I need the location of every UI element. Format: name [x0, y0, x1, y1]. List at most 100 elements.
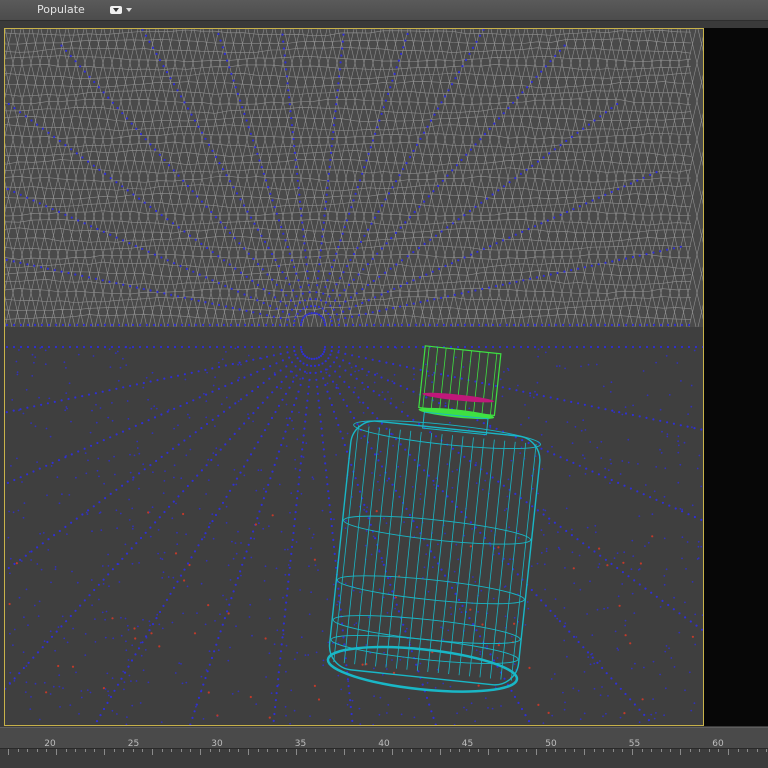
vertex-dot — [356, 246, 359, 249]
vertex-dot — [308, 565, 310, 568]
vertex-dot — [563, 625, 565, 628]
vertex-dot — [177, 226, 180, 229]
populate-dropdown[interactable] — [108, 3, 134, 17]
vertex-dot — [489, 653, 492, 656]
vertex-dot — [425, 553, 428, 556]
populate-menu[interactable]: Populate — [37, 2, 85, 18]
vertex-dot — [540, 529, 543, 531]
vertex-dot — [312, 533, 315, 536]
vertex-dot — [371, 139, 374, 142]
timeline-tick-mark — [56, 749, 57, 755]
vertex-dot — [296, 357, 299, 360]
vertex-dot — [75, 345, 79, 349]
vertex-dot — [245, 309, 248, 312]
vertex-dot — [389, 576, 392, 579]
vertex-dot — [282, 633, 285, 636]
vertex-dot — [467, 290, 470, 293]
vertex-dot — [245, 360, 248, 363]
vertex-dot — [564, 367, 566, 370]
scene-viewport[interactable] — [4, 28, 704, 726]
vertex-dot — [128, 674, 131, 677]
accent-point — [133, 627, 136, 630]
vertex-dot — [170, 293, 173, 296]
vertex-dot — [443, 95, 447, 98]
vertex-dot — [217, 282, 220, 285]
vertex-dot — [550, 678, 553, 680]
vertex-dot — [38, 467, 41, 470]
vertex-dot — [358, 490, 362, 493]
vertex-dot — [367, 152, 370, 155]
vertex-dot — [292, 323, 296, 327]
chevron-down-icon[interactable] — [126, 8, 132, 12]
vertex-dot — [299, 323, 303, 327]
vertex-dot — [630, 667, 633, 670]
vertex-dot — [34, 356, 37, 358]
vertex-dot — [606, 607, 609, 609]
vertex-dot — [301, 448, 304, 451]
timeline-tick-mark — [171, 749, 173, 752]
vertex-dot — [408, 697, 410, 700]
vertex-dot — [162, 571, 165, 574]
vertex-dot — [312, 478, 315, 480]
vertex-dot — [531, 487, 534, 490]
vertex-dot — [64, 144, 67, 147]
vertex-dot — [463, 256, 466, 259]
accent-point — [624, 634, 627, 637]
vertex-dot — [624, 406, 627, 408]
vertex-dot — [356, 483, 359, 486]
vertex-dot — [536, 160, 540, 163]
vertex-dot — [141, 422, 144, 425]
vertex-dot — [395, 347, 398, 349]
vertex-dot — [96, 469, 99, 472]
vertex-dot — [330, 144, 333, 148]
vertex-dot — [667, 603, 670, 607]
vertex-dot — [230, 287, 233, 290]
vertex-dot — [288, 386, 291, 389]
vertex-dot — [308, 312, 311, 315]
vertex-dot — [290, 124, 294, 127]
vertex-dot — [169, 592, 172, 595]
vertex-dot — [336, 89, 339, 92]
vertex-dot — [318, 263, 321, 266]
vertex-dot — [591, 656, 594, 659]
vertex-dot — [43, 681, 46, 684]
vertex-dot — [196, 195, 199, 198]
vertex-dot — [32, 199, 35, 202]
vertex-dot — [185, 454, 188, 457]
vertex-dot — [290, 308, 294, 311]
vertex-dot — [399, 384, 402, 388]
vertex-dot — [337, 423, 340, 427]
vertex-dot — [247, 354, 250, 357]
vertex-dot — [155, 52, 158, 55]
vertex-dot — [68, 345, 72, 349]
vertex-dot — [147, 419, 150, 422]
timeline-track[interactable] — [0, 748, 768, 768]
vertex-dot — [330, 319, 333, 323]
vertex-dot — [446, 295, 450, 298]
vertex-dot — [293, 524, 296, 528]
vertex-dot — [240, 542, 242, 544]
vertex-dot — [5, 411, 8, 414]
scene-wireframe — [5, 29, 703, 725]
vertex-dot — [386, 379, 389, 382]
vertex-dot — [497, 117, 501, 120]
vertex-dot — [540, 433, 543, 436]
vertex-dot — [325, 193, 328, 196]
vertex-dot — [186, 184, 189, 188]
vertex-dot — [400, 52, 403, 55]
vertex-dot — [89, 345, 93, 349]
vertex-dot — [311, 536, 314, 539]
dropdown-toggle-icon[interactable] — [110, 6, 122, 14]
vertex-dot — [271, 345, 275, 349]
vertex-dot — [431, 381, 433, 384]
vertex-dot — [507, 562, 510, 566]
vertex-dot — [217, 464, 220, 467]
vertex-dot — [604, 111, 608, 114]
vertex-dot — [310, 357, 313, 360]
vertex-dot — [307, 385, 310, 388]
vertex-dot — [434, 435, 438, 438]
vertex-dot — [98, 168, 101, 171]
vertex-dot — [697, 545, 700, 548]
vertex-dot — [263, 429, 267, 432]
timeline[interactable]: 20 25 30 35 40 45 50 55 60 — [0, 727, 768, 768]
